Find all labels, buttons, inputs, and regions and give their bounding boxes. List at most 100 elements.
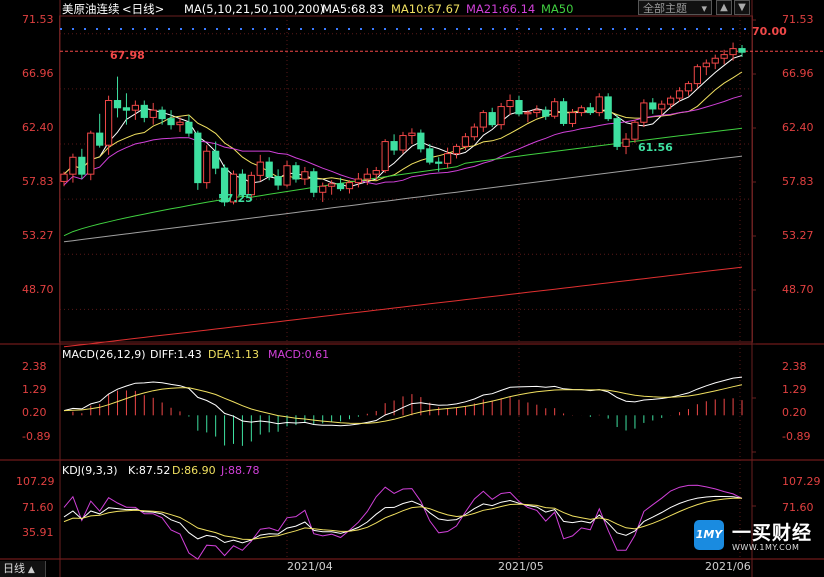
candle-body (604, 96, 612, 120)
y-tick-left: 48.70 (22, 283, 54, 296)
ma21-value: MA21:66.14 (466, 2, 535, 16)
y-tick-left: 57.83 (22, 175, 54, 188)
high-annotation: 67.98 (110, 49, 145, 62)
candle-body (104, 100, 113, 146)
macd-y-tick-left: -0.89 (22, 430, 50, 443)
candle-body (131, 104, 139, 111)
candle-body (140, 104, 148, 118)
kdj-title: KDJ(9,3,3) (62, 464, 118, 477)
macd-y-tick-left: 2.38 (22, 360, 47, 373)
y-tick-left: 66.96 (22, 67, 54, 80)
candle-body (729, 48, 737, 56)
candle-body (524, 112, 532, 115)
candle-body (87, 132, 95, 175)
candle-body (426, 148, 434, 163)
candle-body (577, 107, 586, 114)
candle-body (113, 100, 122, 109)
candle-body (435, 161, 443, 164)
candle-body (372, 170, 380, 175)
candle-body (533, 109, 541, 114)
candle-body (515, 100, 523, 115)
candle-body (568, 112, 577, 124)
candle-body (194, 132, 202, 184)
candle-body (292, 165, 300, 180)
macd-dea: DEA:1.13 (208, 348, 259, 361)
candle-body (158, 109, 166, 120)
kdj-y-tick-left: 35.91 (22, 526, 54, 539)
candle-body (702, 62, 710, 68)
candle-body (443, 153, 452, 164)
chart-period[interactable]: <日线> (122, 2, 164, 16)
y-tick-right: 57.83 (782, 175, 814, 188)
candle-body (452, 145, 461, 155)
candle-body (203, 150, 211, 184)
y-tick-right: 53.27 (782, 229, 814, 242)
macd-y-tick-right: 0.20 (782, 406, 807, 419)
logo-badge: 1MY (694, 520, 724, 550)
candle-body (675, 90, 684, 99)
candle-body (399, 135, 407, 151)
theme-dropdown[interactable]: 全部主题 ▾ (638, 0, 712, 15)
low-annotation-2: 61.56 (638, 141, 673, 154)
tab-daily[interactable]: 日线 ▲ (0, 561, 46, 577)
y-tick-right: 66.96 (782, 67, 814, 80)
candle-body (381, 141, 389, 172)
candle-body (390, 141, 398, 151)
candle-body (149, 109, 157, 118)
candle-body (479, 112, 487, 128)
candle-body (176, 121, 184, 126)
ma5-value: MA5:68.83 (322, 2, 384, 16)
candle-body (497, 106, 505, 126)
macd-y-tick-right: 1.29 (782, 383, 807, 396)
chart-canvas: 美原油连续 <日线> MA(5,10,21,50,100,200) MA5:68… (0, 0, 824, 577)
candle-body (613, 118, 621, 147)
candle-body (363, 173, 371, 180)
candle-body (470, 126, 478, 138)
candle-body (649, 102, 657, 110)
chevron-down-icon: ▾ (701, 2, 707, 15)
y-tick-right: 62.40 (782, 121, 814, 134)
candle-body (167, 118, 175, 126)
candle-body (354, 178, 363, 184)
x-tick: 2021/04 (287, 560, 333, 573)
candle-body (310, 171, 318, 193)
chart-window: 美原油连续 <日线> MA(5,10,21,50,100,200) MA5:68… (0, 0, 824, 577)
candle-body (693, 66, 702, 85)
scroll-down-button[interactable]: ▼ (734, 0, 750, 15)
candle-body (551, 101, 559, 117)
candle-body (122, 107, 131, 111)
candle-body (417, 132, 425, 150)
macd-diff: DIFF:1.43 (150, 348, 202, 361)
logo-url: WWW.1MY.COM (732, 543, 800, 552)
candle-body (631, 121, 639, 140)
x-tick: 2021/06 (705, 560, 751, 573)
ma10-line (63, 71, 743, 182)
x-tick: 2021/05 (498, 560, 544, 573)
candle-body (301, 171, 309, 180)
macd-y-tick-right: -0.89 (782, 430, 810, 443)
kdj-j: J:88.78 (220, 464, 259, 477)
candle-body (461, 136, 470, 147)
candle-body (542, 109, 550, 117)
kdj-y-tick-right: 107.29 (782, 475, 821, 488)
kdj-y-tick-right: 71.60 (782, 501, 814, 514)
kdj-y-tick-left: 107.29 (16, 475, 55, 488)
theme-dropdown-label: 全部主题 (643, 2, 687, 15)
kdj-d-line (63, 497, 743, 541)
candle-body (667, 97, 675, 105)
candle-body (595, 96, 603, 114)
candle-body (69, 156, 77, 175)
low-annotation-1: 57.25 (218, 192, 253, 205)
macd-value: MACD:0.61 (268, 348, 329, 361)
candle-body (658, 103, 666, 110)
site-logo: 1MY 一买财经 WWW.1MY.COM (694, 518, 818, 558)
candle-body (283, 165, 291, 186)
scroll-up-button[interactable]: ▲ (716, 0, 732, 15)
y-tick-right: 48.70 (782, 283, 814, 296)
candle-body (336, 183, 345, 190)
current-price-label: 70.00 (752, 25, 787, 38)
candle-body (212, 150, 220, 169)
candle-body (328, 183, 336, 187)
candle-body (256, 161, 264, 176)
y-tick-left: 53.27 (22, 229, 54, 242)
